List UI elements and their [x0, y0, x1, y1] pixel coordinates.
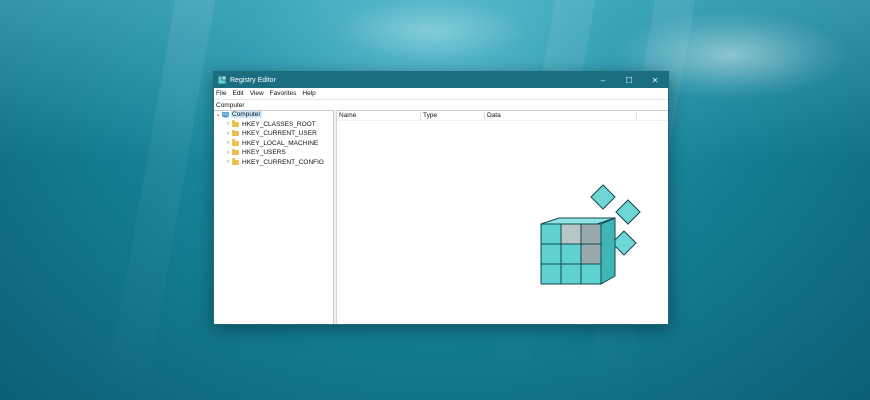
- column-header-name[interactable]: Name: [337, 110, 421, 120]
- chevron-right-icon[interactable]: ›: [224, 150, 232, 156]
- computer-icon: [222, 112, 229, 118]
- menu-favorites[interactable]: Favorites: [267, 90, 300, 97]
- menu-edit[interactable]: Edit: [229, 90, 246, 97]
- chevron-right-icon[interactable]: ›: [224, 131, 232, 137]
- menu-view[interactable]: View: [247, 90, 267, 97]
- tree-item-hkey-current-config[interactable]: › HKEY_CURRENT_CONFIG: [214, 158, 333, 168]
- tree-item-label: HKEY_USERS: [242, 149, 286, 157]
- menu-bar: File Edit View Favorites Help: [214, 88, 668, 100]
- tree-item-label: Computer: [231, 111, 262, 119]
- folder-icon: [232, 129, 239, 137]
- window-title: Registry Editor: [230, 76, 276, 84]
- background-foam-small: [330, 0, 530, 60]
- chevron-down-icon[interactable]: ⌄: [214, 111, 222, 118]
- folder-icon: [232, 148, 239, 156]
- registry-editor-window: Registry Editor – ☐ ✕ File Edit View Fav…: [213, 71, 669, 325]
- key-tree-pane[interactable]: ⌄ Computer › HKEY_CLASSES_ROOT › HKEY_CU…: [214, 110, 334, 324]
- tree-item-label: HKEY_CURRENT_CONFIG: [242, 158, 324, 166]
- values-list-pane[interactable]: Name Type Data: [337, 110, 668, 324]
- minimize-button[interactable]: –: [590, 72, 616, 88]
- maximize-button[interactable]: ☐: [616, 72, 642, 88]
- chevron-right-icon[interactable]: ›: [224, 121, 232, 127]
- column-header-data[interactable]: Data: [485, 110, 637, 120]
- tree-item-label: HKEY_LOCAL_MACHINE: [242, 139, 319, 147]
- column-header-type[interactable]: Type: [421, 110, 485, 120]
- chevron-right-icon[interactable]: ›: [224, 140, 232, 146]
- folder-icon: [232, 120, 239, 127]
- tree-item-hkey-users[interactable]: › HKEY_USERS: [214, 148, 333, 158]
- tree-item-computer[interactable]: ⌄ Computer: [214, 110, 333, 120]
- tree-item-hkey-current-user[interactable]: › HKEY_CURRENT_USER: [214, 129, 333, 139]
- tree-item-hkey-local-machine[interactable]: › HKEY_LOCAL_MACHINE: [214, 139, 333, 149]
- folder-icon: [232, 139, 239, 146]
- menu-file[interactable]: File: [214, 90, 229, 97]
- close-button[interactable]: ✕: [642, 72, 668, 88]
- folder-icon: [232, 158, 239, 165]
- list-header: Name Type Data: [337, 110, 668, 121]
- tree-item-label: HKEY_CLASSES_ROOT: [242, 120, 316, 128]
- registry-editor-logo: [540, 184, 641, 285]
- tree-item-hkey-classes-root[interactable]: › HKEY_CLASSES_ROOT: [214, 120, 333, 130]
- registry-app-icon: [217, 75, 227, 85]
- title-bar[interactable]: Registry Editor – ☐ ✕: [214, 72, 668, 88]
- chevron-right-icon[interactable]: ›: [224, 159, 232, 165]
- tree-item-label: HKEY_CURRENT_USER: [242, 130, 317, 138]
- menu-help[interactable]: Help: [299, 90, 318, 97]
